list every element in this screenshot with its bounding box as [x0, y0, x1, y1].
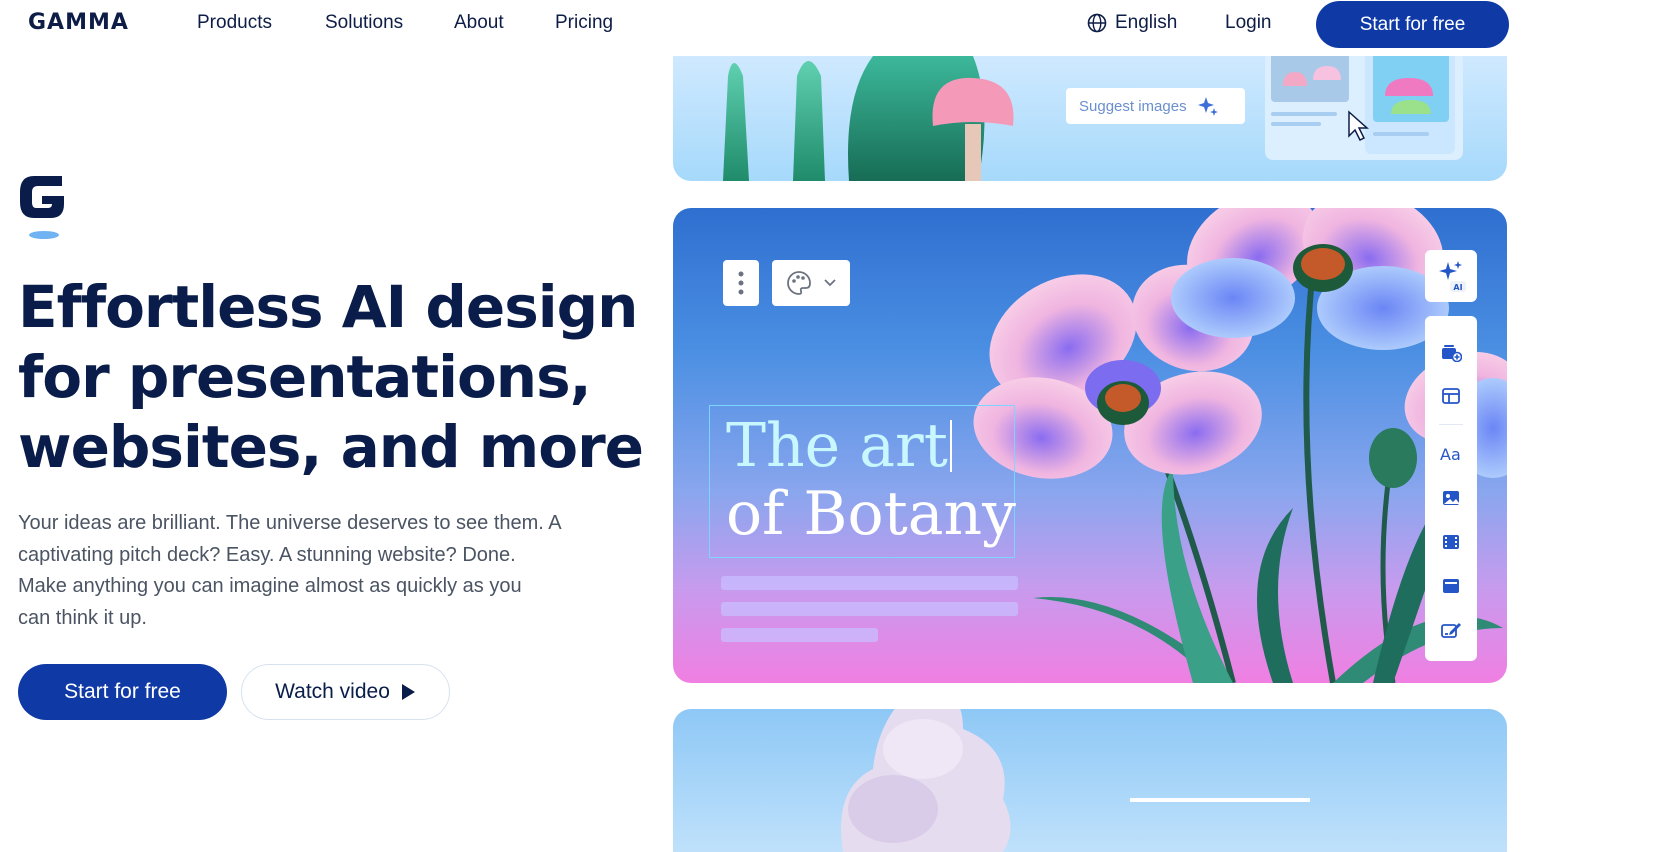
kebab-menu-icon [738, 271, 744, 295]
gamma-g-icon [18, 168, 68, 242]
watch-video-label: Watch video [275, 680, 390, 703]
image-suggestions-panel [1265, 56, 1463, 160]
hero-title: Effortless AI design for presentations, … [18, 272, 658, 482]
hero-title-line-3: websites, and more [18, 413, 644, 481]
hero-text-line-4: can think it up. [18, 606, 147, 629]
nav-link-about[interactable]: About [454, 12, 504, 34]
insert-toolbar: Aa [1425, 316, 1477, 661]
ai-assist-button[interactable]: AI [1425, 250, 1477, 302]
slide-title-line-2: of Botany [726, 479, 1017, 549]
ai-sparkle-icon: AI [1439, 261, 1466, 292]
svg-text:Aa: Aa [1440, 445, 1461, 463]
rail-divider [1439, 424, 1463, 425]
preview-card-top: Suggest images [673, 56, 1507, 181]
preview-card-main: The art of Botany AI Aa [673, 208, 1507, 683]
chevron-down-icon [824, 279, 836, 287]
card-menu-button[interactable] [723, 260, 759, 306]
suggest-images-label: Suggest images [1079, 97, 1187, 115]
slide-title[interactable]: The art of Botany [726, 412, 1016, 548]
preview-card-bottom [673, 709, 1507, 852]
hero-description: Your ideas are brilliant. The universe d… [18, 508, 628, 634]
top-nav: GAMMA Products Solutions About Pricing E… [0, 0, 1667, 50]
hero-text-line-3: Make anything you can imagine almost as … [18, 575, 522, 597]
nav-start-for-free-button[interactable]: Start for free [1316, 1, 1509, 48]
cloud-illustration [841, 709, 1310, 852]
sparkle-icon [1197, 95, 1219, 117]
text-caret [949, 420, 952, 472]
play-icon [400, 683, 416, 701]
language-selector[interactable]: English [1087, 12, 1177, 34]
placeholder-text-bar [721, 576, 1018, 590]
cursor-icon [1348, 110, 1369, 142]
text-icon[interactable]: Aa [1425, 440, 1477, 468]
ai-badge: AI [1453, 283, 1462, 292]
layout-icon[interactable] [1425, 382, 1477, 410]
nav-link-solutions[interactable]: Solutions [325, 12, 403, 34]
edit-icon[interactable] [1425, 616, 1477, 644]
slide-title-line-1: The art [726, 411, 948, 481]
video-icon[interactable] [1425, 528, 1477, 556]
add-card-icon[interactable] [1425, 338, 1477, 366]
watch-video-button[interactable]: Watch video [241, 664, 450, 720]
suggest-images-button[interactable]: Suggest images [1066, 88, 1245, 124]
hero-start-for-free-button[interactable]: Start for free [18, 664, 227, 720]
palette-icon [786, 270, 812, 296]
image-icon[interactable] [1425, 484, 1477, 512]
language-label: English [1115, 12, 1178, 33]
login-link[interactable]: Login [1225, 12, 1272, 34]
globe-icon [1087, 13, 1107, 33]
placeholder-text-bar [721, 602, 1018, 616]
hero-text-line-1: Your ideas are brilliant. The universe d… [18, 512, 562, 534]
gamma-logo[interactable]: GAMMA [28, 10, 129, 35]
theme-dropdown-button[interactable] [772, 260, 850, 306]
nav-link-pricing[interactable]: Pricing [555, 12, 613, 34]
nav-link-products[interactable]: Products [197, 12, 272, 34]
embed-icon[interactable] [1425, 572, 1477, 600]
hero-title-line-2: for presentations, [18, 343, 592, 411]
image-thumbnails [1271, 56, 1455, 154]
hero-title-line-1: Effortless AI design [18, 273, 638, 341]
hero-text-line-2: captivating pitch deck? Easy. A stunning… [18, 543, 516, 566]
placeholder-text-bar [721, 628, 878, 642]
